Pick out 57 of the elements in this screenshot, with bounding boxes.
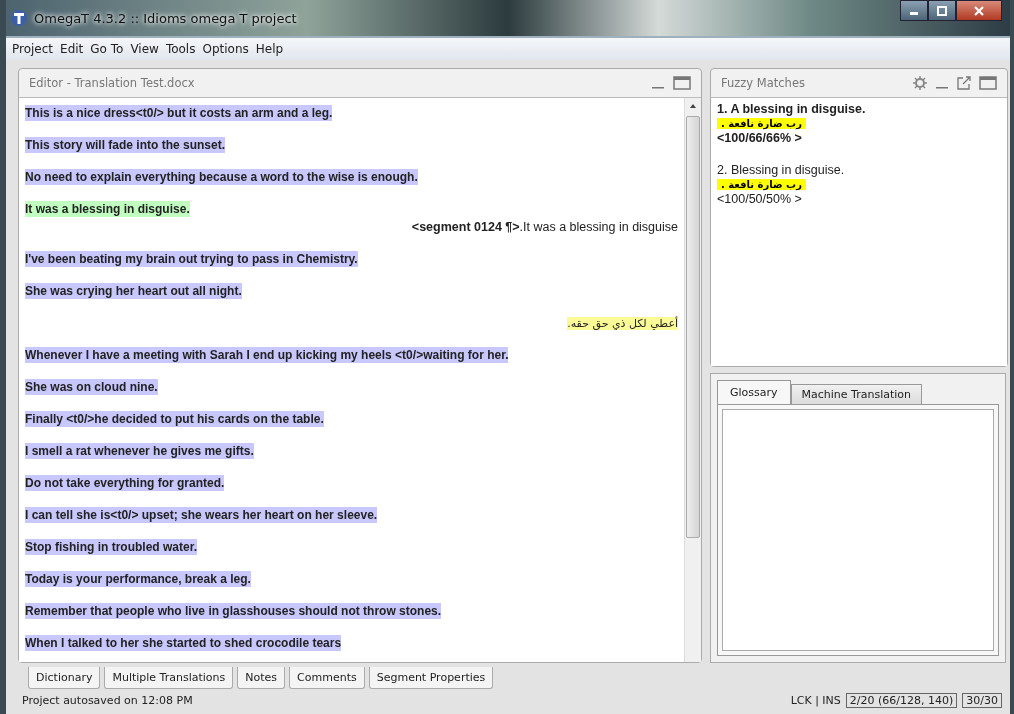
minimize-icon — [910, 12, 918, 15]
match-score: <100/50/50% > — [717, 192, 803, 206]
source-segment[interactable]: It was a blessing in disguise. — [25, 201, 190, 217]
source-segment[interactable]: I can tell she is<t0/> upset; she wears her heart on her sleeve. — [25, 507, 378, 523]
menu-item[interactable]: Go To — [90, 42, 124, 56]
edit-mode: LCK | INS — [790, 694, 841, 707]
source-segment[interactable]: Stop fishing in troubled water. — [25, 539, 197, 555]
menu-item[interactable]: Options — [202, 42, 249, 56]
menu-item[interactable]: Project — [12, 42, 54, 56]
close-icon — [974, 5, 984, 16]
status-message: Project autosaved on 12:08 PM — [22, 694, 193, 707]
tab[interactable]: Notes — [237, 667, 286, 689]
menu-item[interactable]: Edit — [60, 42, 84, 56]
source-segment[interactable]: When I talked to her she started to shed crocodile tears — [25, 635, 342, 651]
scrollbar[interactable] — [684, 98, 701, 662]
source-segment[interactable]: Do not take everything for granted. — [25, 475, 225, 491]
source-segment[interactable]: She was on cloud nine. — [25, 379, 158, 395]
close-button[interactable] — [956, 0, 1002, 21]
source-segment[interactable]: Remember that people who live in glasshouses should not throw stones. — [25, 603, 442, 619]
source-segment[interactable]: I've been beating my brain out trying to pass in Chemistry. — [25, 251, 358, 267]
tab[interactable]: Segment Properties — [368, 667, 494, 689]
tab[interactable]: Glossary — [717, 380, 791, 405]
window-title: OmegaT 4.3.2 :: Idioms omega T project — [34, 10, 297, 26]
maximize-button[interactable] — [928, 0, 956, 21]
external-window-icon[interactable] — [957, 76, 971, 90]
maximize-icon[interactable] — [979, 76, 997, 90]
scroll-up-icon[interactable] — [689, 102, 697, 110]
tab[interactable]: Dictionary — [28, 667, 101, 689]
match-score: <100/66/66% > — [717, 131, 803, 145]
menu-item[interactable]: Help — [255, 42, 284, 56]
maximize-icon[interactable] — [673, 76, 691, 90]
source-segment[interactable]: Finally <t0/>he decided to put his cards on the table. — [25, 411, 324, 427]
tab[interactable]: Multiple Translations — [104, 667, 234, 689]
match-source[interactable]: 2. Blessing in disguise. — [717, 163, 1001, 177]
translated-segment[interactable]: أعطي لكل ذي حق حقه. — [567, 316, 678, 330]
minimize-button[interactable] — [900, 0, 928, 21]
progress-counter: 2/20 (66/128, 140) — [845, 693, 958, 708]
source-segment[interactable]: This story will fade into the sunset. — [25, 137, 226, 153]
segment-editor[interactable]: <segment 0124 ¶>.It was a blessing in disguise — [411, 220, 678, 234]
menu-item[interactable]: View — [130, 42, 159, 56]
menu-item[interactable]: Tools — [165, 42, 196, 56]
match-target: رب ضارة نافعة . — [717, 118, 806, 129]
segment-counter: 30/30 — [962, 693, 1002, 708]
source-segment[interactable]: Whenever I have a meeting with Sarah I end up kicking my heels <t0/>waiting for her. — [25, 347, 509, 363]
match-target: رب ضارة نافعة . — [717, 179, 806, 190]
maximize-icon — [937, 5, 947, 16]
app-logo-icon — [10, 9, 28, 27]
source-segment[interactable]: I smell a rat whenever he gives me gifts. — [25, 443, 254, 459]
settings-icon[interactable] — [913, 76, 927, 90]
source-segment[interactable]: This is a nice dress<t0/> but it costs an arm and a leg. — [25, 105, 333, 121]
source-segment[interactable]: Today is your performance, break a leg. — [25, 571, 251, 587]
match-source[interactable]: 1. A blessing in disguise. — [717, 102, 1001, 116]
panel-title: Editor - Translation Test.docx — [29, 76, 195, 90]
source-segment[interactable]: No need to explain everything because a word to the wise is enough. — [25, 169, 418, 185]
panel-title: Fuzzy Matches — [721, 76, 805, 90]
source-segment[interactable]: She was crying her heart out all night. — [25, 283, 242, 299]
tab[interactable]: Comments — [289, 667, 365, 689]
